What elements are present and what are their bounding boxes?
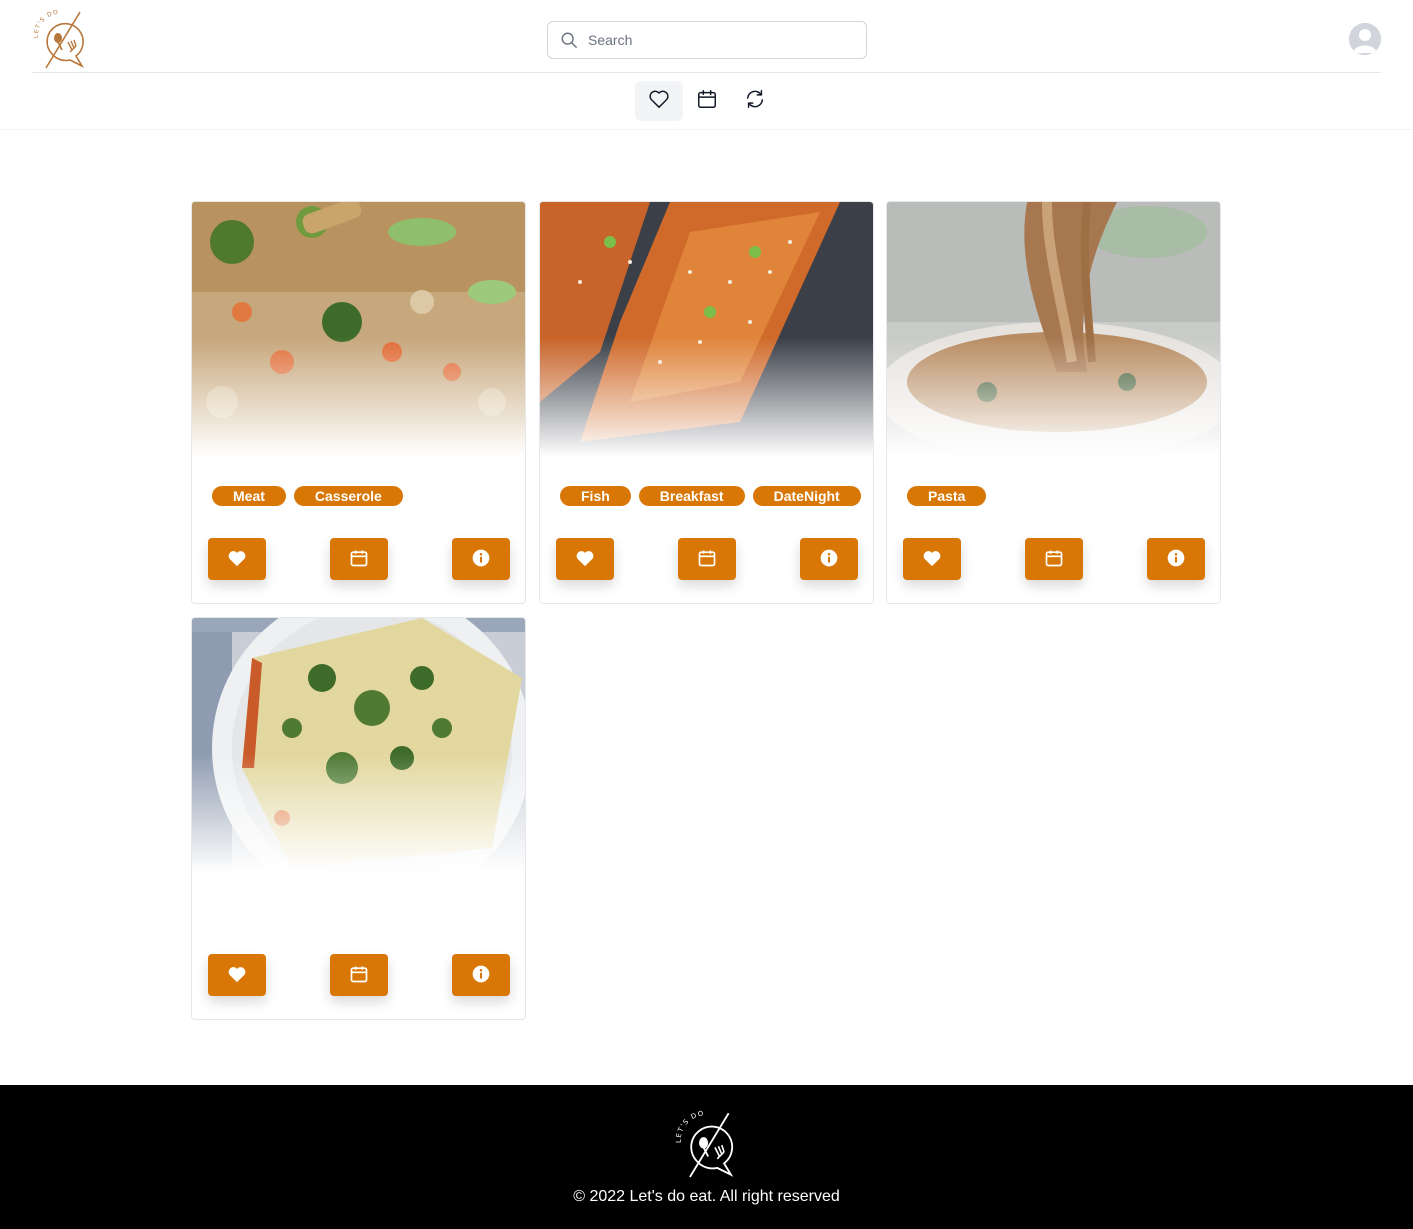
- search-input[interactable]: [588, 32, 848, 48]
- sub-navigation: [0, 73, 1413, 130]
- lets-do-eat-logo[interactable]: LET'S DO EAT: [670, 1103, 740, 1181]
- calendar-icon: [697, 548, 717, 571]
- card-actions: [208, 954, 510, 996]
- favorite-button[interactable]: [556, 538, 614, 580]
- calendar-icon: [1044, 548, 1064, 571]
- favorites-tab[interactable]: [635, 81, 683, 121]
- schedule-button[interactable]: [678, 538, 736, 580]
- recipe-card[interactable]: Pasta: [886, 201, 1221, 604]
- heart-icon: [575, 549, 595, 570]
- tag-badge[interactable]: DateNight: [752, 486, 861, 506]
- favorite-button[interactable]: [208, 954, 266, 996]
- card-actions: [903, 538, 1205, 580]
- search-icon: [560, 30, 580, 50]
- schedule-button[interactable]: [330, 954, 388, 996]
- tag-list: Pasta: [907, 486, 987, 506]
- site-footer: LET'S DO EAT © 2022 Let's do eat. All ri…: [0, 1085, 1413, 1229]
- refresh-icon: [744, 88, 766, 115]
- info-button[interactable]: [452, 954, 510, 996]
- user-avatar-icon[interactable]: [1349, 23, 1381, 55]
- recipe-image-chicken-rice-casserole[interactable]: [192, 202, 525, 457]
- tag-list: Fish Breakfast DateNight: [560, 486, 861, 506]
- recipe-image-lasagna-plate[interactable]: [192, 618, 525, 873]
- heart-outline-icon: [648, 89, 670, 114]
- calendar-icon: [349, 964, 369, 987]
- tag-badge[interactable]: Fish: [560, 486, 631, 506]
- recipe-card[interactable]: [191, 617, 526, 1020]
- tag-badge[interactable]: Casserole: [293, 486, 403, 506]
- favorite-button[interactable]: [903, 538, 961, 580]
- heart-icon: [922, 549, 942, 570]
- copyright-text: © 2022 Let's do eat. All right reserved: [573, 1188, 840, 1205]
- heart-icon: [227, 965, 247, 986]
- card-actions: [208, 538, 510, 580]
- info-icon: [819, 548, 839, 571]
- refresh-tab[interactable]: [731, 81, 779, 121]
- info-button[interactable]: [800, 538, 858, 580]
- tag-badge[interactable]: Pasta: [907, 486, 987, 506]
- heart-icon: [227, 549, 247, 570]
- tag-badge[interactable]: Meat: [212, 486, 286, 506]
- search-bar[interactable]: [547, 21, 867, 59]
- info-icon: [471, 548, 491, 571]
- info-icon: [1166, 548, 1186, 571]
- calendar-icon: [349, 548, 369, 571]
- calendar-outline-icon: [696, 88, 718, 115]
- lets-do-eat-logo[interactable]: LET'S DO EAT: [29, 3, 90, 70]
- recipe-card[interactable]: Meat Casserole: [191, 201, 526, 604]
- tag-list: Meat Casserole: [212, 486, 403, 506]
- tag-badge[interactable]: Breakfast: [638, 486, 745, 506]
- schedule-button[interactable]: [1025, 538, 1083, 580]
- recipe-card[interactable]: Fish Breakfast DateNight: [539, 201, 874, 604]
- card-actions: [556, 538, 858, 580]
- recipe-image-glazed-salmon-sesame[interactable]: [540, 202, 873, 457]
- info-icon: [471, 964, 491, 987]
- schedule-button[interactable]: [330, 538, 388, 580]
- calendar-tab[interactable]: [683, 81, 731, 121]
- recipe-image-creamy-pasta-fork[interactable]: [887, 202, 1220, 457]
- info-button[interactable]: [452, 538, 510, 580]
- info-button[interactable]: [1147, 538, 1205, 580]
- favorite-button[interactable]: [208, 538, 266, 580]
- top-header: LET'S DO EAT: [29, 0, 1381, 73]
